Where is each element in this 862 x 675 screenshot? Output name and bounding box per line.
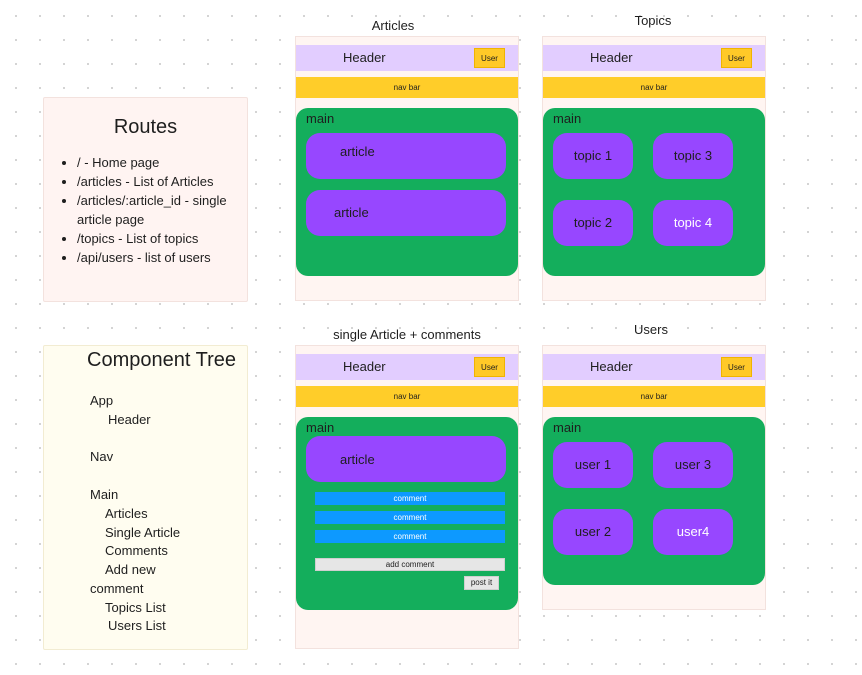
header-bar: Header User [296,45,518,71]
header-bar: Header User [296,354,518,380]
user-tile[interactable]: user4 [653,509,733,555]
nav-bar[interactable]: nav bar [296,77,518,98]
tree-item-comments: Comments [105,543,168,558]
header-label: Header [343,359,386,374]
user-button[interactable]: User [474,357,505,377]
routes-list: / - Home page /articles - List of Articl… [60,153,257,267]
tree-item-add-new: Add new [105,562,156,577]
comment-item: comment [315,511,505,524]
header-label: Header [343,50,386,65]
main-label: main [553,420,582,435]
header-bar: Header User [543,354,765,380]
article-card-label: article [340,144,375,159]
user-button[interactable]: User [721,357,752,377]
topic-tile[interactable]: topic 2 [553,200,633,246]
topic-tile[interactable]: topic 3 [653,133,733,179]
tree-item-comment: comment [90,581,144,596]
users-frame: Header User nav bar main user 1 user 3 u… [542,345,766,610]
tree-item-single-article: Single Article [105,525,181,540]
main-area: main topic 1 topic 3 topic 2 topic 4 [543,108,765,276]
tree-item-header: Header [108,412,151,427]
tree-item-topics-list: Topics List [105,600,166,615]
routes-title: Routes [113,116,178,138]
main-area: main user 1 user 3 user 2 user4 [543,417,765,585]
comment-item: comment [315,492,505,505]
tree-item-nav: Nav [90,449,114,464]
article-card[interactable]: article [306,436,506,482]
main-label: main [306,111,335,126]
article-card-label: article [334,205,369,220]
users-frame-title: Users [634,322,668,337]
component-tree-title: Component Tree [87,349,236,371]
route-item: /api/users - list of users [77,248,257,267]
route-item: /topics - List of topics [77,229,257,248]
main-label: main [306,420,335,435]
single-article-frame: Header User nav bar main article comment… [295,345,519,649]
user-tile[interactable]: user 2 [553,509,633,555]
main-area: main article article [296,108,518,276]
single-article-frame-title: single Article + comments [333,327,481,342]
nav-bar[interactable]: nav bar [543,386,765,407]
header-label: Header [590,359,633,374]
main-label: main [553,111,582,126]
route-item: /articles/:article_id - single article p… [77,191,257,229]
article-card[interactable]: article [306,190,506,236]
topic-tile[interactable]: topic 1 [553,133,633,179]
nav-bar[interactable]: nav bar [296,386,518,407]
user-button[interactable]: User [721,48,752,68]
post-it-button[interactable]: post it [464,576,499,590]
tree-item-users-list: Users List [108,618,166,633]
user-tile[interactable]: user 1 [553,442,633,488]
user-tile[interactable]: user 3 [653,442,733,488]
comment-item: comment [315,530,505,543]
header-bar: Header User [543,45,765,71]
article-card-label: article [340,452,375,467]
main-area: main article comment comment comment add… [296,417,518,610]
topics-frame-title: Topics [634,13,672,28]
articles-frame-title: Articles [371,18,415,33]
topics-frame: Header User nav bar main topic 1 topic 3… [542,36,766,301]
tree-item-articles: Articles [105,506,148,521]
routes-note: Routes / - Home page /articles - List of… [43,97,248,302]
header-label: Header [590,50,633,65]
topic-tile[interactable]: topic 4 [653,200,733,246]
tree-item-app: App [90,393,114,408]
component-tree-note: Component Tree App Header Nav Main Artic… [43,345,248,650]
route-item: /articles - List of Articles [77,172,257,191]
add-comment-input[interactable]: add comment [315,558,505,571]
article-card[interactable]: article [306,133,506,179]
user-button[interactable]: User [474,48,505,68]
route-item: / - Home page [77,153,257,172]
nav-bar[interactable]: nav bar [543,77,765,98]
tree-item-main: Main [90,487,119,502]
articles-frame: Header User nav bar main article article [295,36,519,301]
